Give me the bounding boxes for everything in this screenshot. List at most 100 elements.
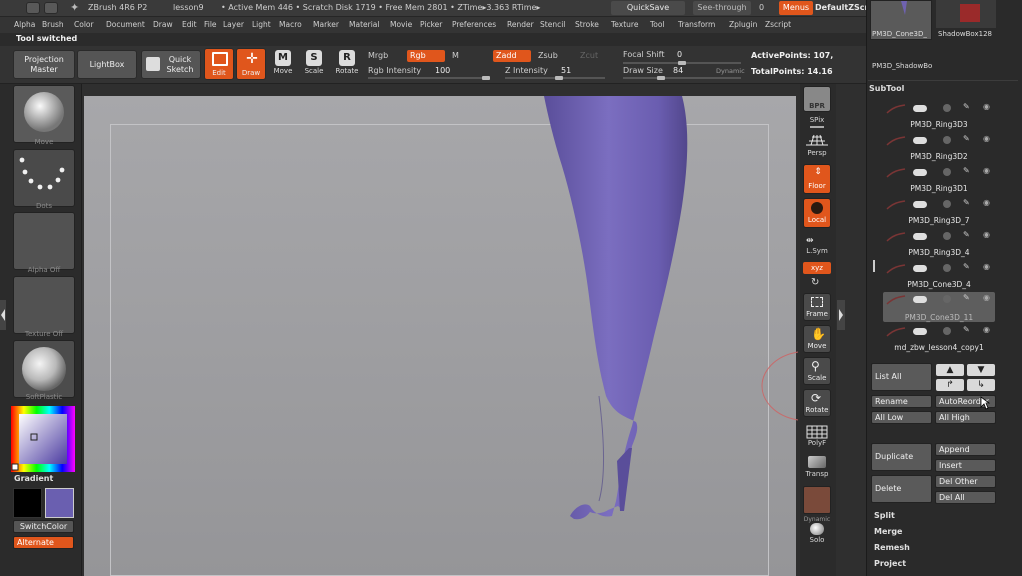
quicksave-button[interactable]: QuickSave [611,1,685,15]
rotate-mode-button[interactable]: R Rotate [332,48,362,82]
menu-item[interactable]: Alpha [14,20,35,29]
menu-item[interactable]: Color [74,20,94,29]
spix-slider[interactable]: SPix [796,116,838,124]
menu-item[interactable]: Preferences [452,20,496,29]
merge-section[interactable]: Merge [874,527,902,536]
subtool-polypaint-toggle[interactable] [943,232,951,240]
subtool-row[interactable]: ✎ ◉ PM3D_Ring3D_7 [883,197,995,227]
menu-item[interactable]: Macro [279,20,302,29]
subtool-visibility-toggle[interactable] [913,105,927,112]
subtool-row[interactable]: ✎ ◉ PM3D_Cone3D_4 [883,261,995,291]
subtool-eye-icon[interactable]: ◉ [983,325,990,334]
split-section[interactable]: Split [874,511,895,520]
ghost-button[interactable] [803,486,831,514]
subtool-polypaint-toggle[interactable] [943,104,951,112]
draw-size-slider-knob[interactable] [657,76,665,80]
subtool-eye-icon[interactable]: ◉ [983,102,990,111]
subtool-eye-icon[interactable]: ◉ [983,230,990,239]
dynamic-toggle[interactable]: Dynamic [716,67,745,75]
menu-item[interactable]: Render [507,20,534,29]
remesh-section[interactable]: Remesh [874,543,910,552]
subtool-row[interactable]: ✎ ◉ PM3D_Cone3D_11 [883,292,995,322]
subtool-polypaint-toggle[interactable] [943,168,951,176]
rename-button[interactable]: Rename [871,395,932,408]
scale-view-button[interactable]: ⚲ Scale [803,357,831,385]
project-section[interactable]: Project [874,559,906,568]
menus-button[interactable]: Menus [779,1,813,15]
menu-item[interactable]: Zplugin [729,20,757,29]
local-button[interactable]: Local [803,198,831,228]
quick-sketch-button[interactable]: Quick Sketch [141,50,201,79]
subtool-scrollbar[interactable] [873,260,875,272]
insert-button[interactable]: Insert [935,459,996,472]
subtool-visibility-toggle[interactable] [913,169,927,176]
subtool-polypaint-toggle[interactable] [943,264,951,272]
gradient-toggle[interactable]: Gradient [14,474,53,483]
list-all-button[interactable]: List All [871,363,932,391]
zsub-button[interactable]: Zsub [538,51,558,60]
move-down-button[interactable]: ▼ [967,364,995,376]
subtool-visibility-toggle[interactable] [913,233,927,240]
menu-item[interactable]: Transform [678,20,715,29]
subtool-row[interactable]: ✎ ◉ PM3D_Ring3D3 [883,101,995,131]
rgb-intensity-slider-knob[interactable] [482,76,490,80]
subtool-eye-icon[interactable]: ◉ [983,166,990,175]
zcut-button[interactable]: Zcut [580,51,598,60]
tool-thumbnail-shadowbox[interactable] [936,0,996,28]
menu-item[interactable]: Texture [611,20,638,29]
menu-item[interactable]: Document [106,20,145,29]
solo-button[interactable]: Solo [796,536,838,544]
switch-color-button[interactable]: SwitchColor [13,520,74,533]
subtool-visibility-toggle[interactable] [913,296,927,303]
subtool-visibility-toggle[interactable] [913,328,927,335]
mrgb-button[interactable]: Mrgb [368,51,388,60]
subtool-eye-icon[interactable]: ◉ [983,262,990,271]
menu-item[interactable]: Layer [223,20,244,29]
menu-item[interactable]: File [204,20,217,29]
subtool-eye-icon[interactable]: ◉ [983,134,990,143]
focal-shift-slider-knob[interactable] [678,61,686,65]
draw-mode-button[interactable]: ✛ Draw [236,48,266,80]
move-down-end-button[interactable]: ↳ [967,379,995,391]
spix-slider-track[interactable] [810,126,824,128]
all-high-button[interactable]: All High [935,411,996,424]
append-button[interactable]: Append [935,443,996,456]
projection-master-button[interactable]: Projection Master [13,50,75,79]
m-button[interactable]: M [452,51,459,60]
z-intensity-slider-knob[interactable] [555,76,563,80]
menu-item[interactable]: Stroke [575,20,599,29]
color-picker[interactable] [11,406,75,472]
boot-model[interactable] [84,96,796,576]
move-up-button[interactable]: ▲ [936,364,964,376]
window-minimize-button[interactable] [26,2,40,14]
del-other-button[interactable]: Del Other [935,475,996,488]
alpha-thumbnail[interactable] [13,212,75,270]
menu-item[interactable]: Draw [153,20,173,29]
subtool-visibility-toggle[interactable] [913,265,927,272]
menu-item[interactable]: Edit [182,20,197,29]
subtool-polypaint-toggle[interactable] [943,295,951,303]
menu-item[interactable]: Brush [42,20,64,29]
menu-item[interactable]: Picker [420,20,442,29]
edit-mode-button[interactable]: Edit [204,48,234,80]
subtool-visibility-toggle[interactable] [913,137,927,144]
zadd-button[interactable]: Zadd [493,50,531,62]
move-mode-button[interactable]: M Move [268,48,298,82]
brush-move-thumbnail[interactable] [13,85,75,143]
subtool-eye-icon[interactable]: ◉ [983,198,990,207]
texture-thumbnail[interactable] [13,276,75,334]
rotate-view-button[interactable]: ⟳ Rotate [803,389,831,417]
rgb-intensity-slider[interactable] [368,77,490,79]
subtool-polypaint-toggle[interactable] [943,200,951,208]
polyframe-button[interactable]: PolyF [796,439,838,447]
subtool-polypaint-toggle[interactable] [943,327,951,335]
move-up-end-button[interactable]: ↱ [936,379,964,391]
del-all-button[interactable]: Del All [935,491,996,504]
move-view-button[interactable]: ✋ Move [803,325,831,353]
subtool-visibility-toggle[interactable] [913,201,927,208]
see-through-slider[interactable]: See-through [693,1,751,15]
menu-item[interactable]: Tool [650,20,665,29]
material-thumbnail[interactable] [13,340,75,398]
stroke-dots-thumbnail[interactable] [13,149,75,207]
subtool-row[interactable]: ✎ ◉ PM3D_Ring3D_4 [883,229,995,259]
